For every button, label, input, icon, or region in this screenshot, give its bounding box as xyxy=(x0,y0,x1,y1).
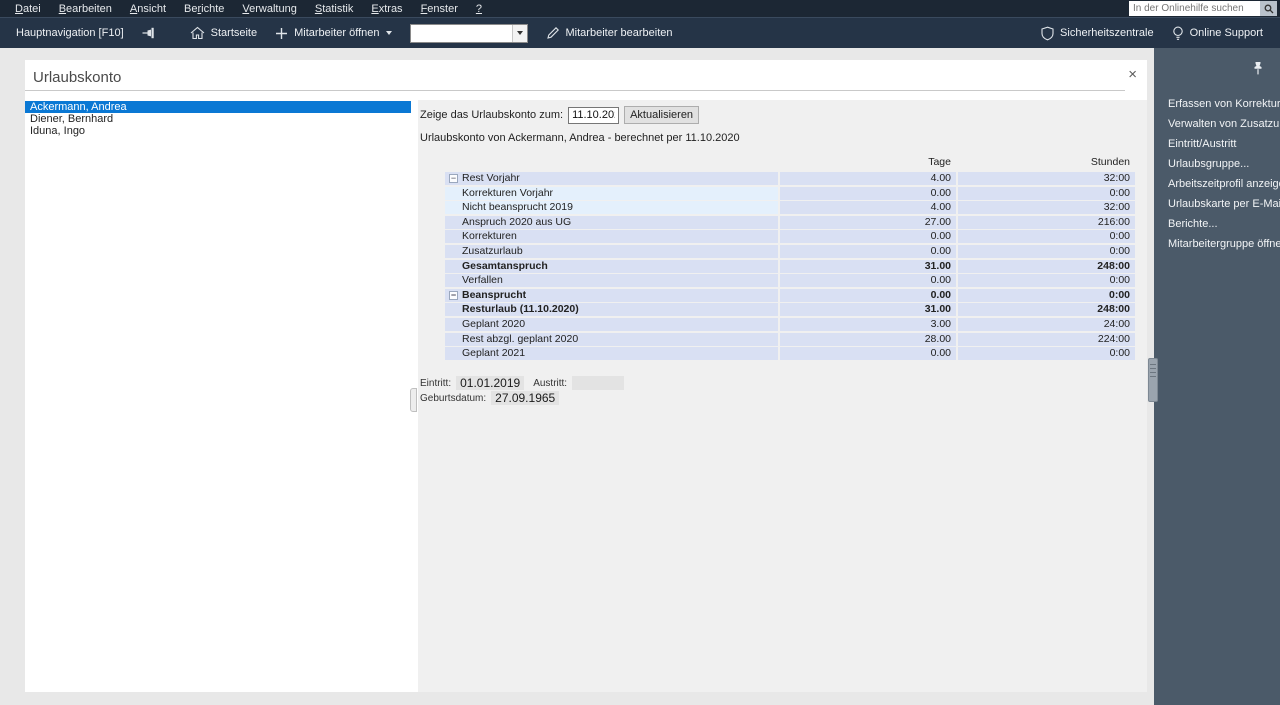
urlaubskonto-panel: Zeige das Urlaubskonto zum: Aktualisiere… xyxy=(418,100,1147,692)
menu-verwaltung[interactable]: Verwaltung xyxy=(233,0,305,17)
eintritt-label: Eintritt: xyxy=(420,377,452,389)
collapse-icon[interactable] xyxy=(449,174,458,183)
geburtsdatum-label: Geburtsdatum: xyxy=(420,392,487,404)
chevron-down-icon xyxy=(516,31,523,35)
menu-extras[interactable]: Extras xyxy=(362,0,411,17)
sidebar-link-erfassen-von-korrekturen[interactable]: Erfassen von Korrekturen xyxy=(1154,94,1280,114)
austritt-value xyxy=(572,376,625,390)
list-splitter-grip[interactable] xyxy=(410,388,417,412)
urlaubskonto-window: Urlaubskonto × Ackermann, Andrea Diener,… xyxy=(25,60,1147,692)
sicherheitszentrale-button[interactable]: Sicherheitszentrale xyxy=(1032,26,1163,41)
date-input[interactable] xyxy=(568,106,620,124)
austritt-label: Austritt: xyxy=(533,377,568,389)
geburtsdatum-value: 27.09.1965 xyxy=(491,391,560,405)
table-row[interactable]: Rest Vorjahr 4.00 32:00 xyxy=(445,172,1135,185)
menu-datei[interactable]: Datei xyxy=(6,0,50,17)
sidebar-link-arbeitszeitprofil-anzeigen[interactable]: Arbeitszeitprofil anzeigen xyxy=(1154,174,1280,194)
table-header: Tage Stunden xyxy=(445,154,1135,170)
employee-list-item[interactable]: Ackermann, Andrea xyxy=(25,101,411,113)
employee-list-item[interactable]: Iduna, Ingo xyxy=(25,125,411,137)
hauptnavigation-label: Hauptnavigation [F10] xyxy=(16,27,124,39)
employee-combobox-input[interactable] xyxy=(410,24,512,42)
menu-ansicht[interactable]: Ansicht xyxy=(121,0,175,17)
startseite-button[interactable]: Startseite xyxy=(181,18,266,48)
sicherheitszentrale-label: Sicherheitszentrale xyxy=(1060,27,1154,39)
mitarbeiter-bearbeiten-label: Mitarbeiter bearbeiten xyxy=(565,27,673,39)
sidebar-links: Erfassen von Korrekturen Verwalten von Z… xyxy=(1154,94,1280,254)
table-row[interactable]: Resturlaub (11.10.2020) 31.00 248:00 xyxy=(445,303,1135,317)
action-sidebar: Erfassen von Korrekturen Verwalten von Z… xyxy=(1154,48,1280,705)
chevron-down-icon xyxy=(385,31,392,35)
online-support-button[interactable]: Online Support xyxy=(1163,26,1272,41)
menu-berichte[interactable]: Berichte xyxy=(175,0,233,17)
employee-list: Ackermann, Andrea Diener, Bernhard Iduna… xyxy=(25,101,411,692)
home-icon xyxy=(190,26,205,40)
table-row[interactable]: Beansprucht 0.00 0:00 xyxy=(445,288,1135,302)
employee-list-item[interactable]: Diener, Bernhard xyxy=(25,113,411,125)
table-row[interactable]: Verfallen 0.00 0:00 xyxy=(445,274,1135,288)
table-row[interactable]: Gesamtanspruch 31.00 248:00 xyxy=(445,259,1135,273)
sidebar-link-berichte[interactable]: Berichte... xyxy=(1154,214,1280,234)
close-icon[interactable]: × xyxy=(1128,67,1137,83)
sidebar-link-eintritt-austritt[interactable]: Eintritt/Austritt xyxy=(1154,134,1280,154)
table-row[interactable]: Rest abzgl. geplant 2020 28.00 224:00 xyxy=(445,332,1135,346)
sidebar-link-urlaubskarte-per-email[interactable]: Urlaubskarte per E-Mail xyxy=(1154,194,1280,214)
table-row[interactable]: Zusatzurlaub 0.00 0:00 xyxy=(445,244,1135,258)
aktualisieren-button[interactable]: Aktualisieren xyxy=(624,106,700,124)
sidebar-link-urlaubsgruppe[interactable]: Urlaubsgruppe... xyxy=(1154,154,1280,174)
account-subtitle: Urlaubskonto von Ackermann, Andrea - ber… xyxy=(420,132,740,144)
sidebar-link-verwalten-von-zusatzurlaub[interactable]: Verwalten von Zusatzurlaub xyxy=(1154,114,1280,134)
table-row[interactable]: Korrekturen Vorjahr 0.00 0:00 xyxy=(445,186,1135,200)
pin-icon xyxy=(142,27,158,39)
collapse-icon[interactable] xyxy=(449,290,458,300)
eintritt-value: 01.01.2019 xyxy=(456,376,525,390)
page-title: Urlaubskonto xyxy=(33,69,122,86)
search-button[interactable] xyxy=(1260,1,1277,16)
pin-navigation-button[interactable] xyxy=(133,18,167,48)
sidebar-pin-button[interactable] xyxy=(1252,61,1264,76)
table-row[interactable]: Korrekturen 0.00 0:00 xyxy=(445,230,1135,244)
table-row[interactable]: Geplant 2020 3.00 24:00 xyxy=(445,317,1135,331)
vacation-table: Tage Stunden Rest Vorjahr 4.00 32:00 Kor… xyxy=(445,154,1135,362)
table-row[interactable]: Anspruch 2020 aus UG 27.00 216:00 xyxy=(445,215,1135,229)
date-label: Zeige das Urlaubskonto zum: xyxy=(420,109,564,121)
lightbulb-icon xyxy=(1172,26,1184,41)
mitarbeiter-oeffnen-button[interactable]: Mitarbeiter öffnen xyxy=(266,18,400,48)
plus-icon xyxy=(275,27,288,40)
pushpin-icon xyxy=(1252,61,1264,76)
mitarbeiter-bearbeiten-button[interactable]: Mitarbeiter bearbeiten xyxy=(537,18,682,48)
column-header-stunden: Stunden xyxy=(1090,156,1130,168)
shield-icon xyxy=(1041,26,1054,41)
title-divider xyxy=(25,90,1125,91)
menu-bar: Datei Bearbeiten Ansicht Berichte Verwal… xyxy=(0,0,1280,17)
sidebar-splitter-grip[interactable] xyxy=(1148,358,1158,402)
onlinehilfe-search-input[interactable] xyxy=(1129,1,1260,16)
menu-statistik[interactable]: Statistik xyxy=(306,0,363,17)
combobox-dropdown-button[interactable] xyxy=(511,24,527,42)
search-icon xyxy=(1264,4,1274,14)
pencil-icon xyxy=(546,26,560,40)
employee-combobox[interactable] xyxy=(409,23,528,43)
startseite-label: Startseite xyxy=(210,27,258,39)
online-support-label: Online Support xyxy=(1189,27,1263,39)
table-row[interactable]: Geplant 2021 0.00 0:00 xyxy=(445,347,1135,361)
table-row[interactable]: Nicht beansprucht 2019 4.00 32:00 xyxy=(445,201,1135,215)
toolbar: Hauptnavigation [F10] Startseite Mitarbe… xyxy=(0,17,1280,48)
menu-bearbeiten[interactable]: Bearbeiten xyxy=(50,0,121,17)
menu-hilfe[interactable]: ? xyxy=(467,0,491,17)
sidebar-link-mitarbeitergruppe-oeffnen[interactable]: Mitarbeitergruppe öffnen xyxy=(1154,234,1280,254)
hauptnavigation-button[interactable]: Hauptnavigation [F10] xyxy=(7,18,133,48)
column-header-tage: Tage xyxy=(928,156,951,168)
menu-fenster[interactable]: Fenster xyxy=(412,0,467,17)
mitarbeiter-oeffnen-label: Mitarbeiter öffnen xyxy=(294,27,380,39)
employee-info-footer: Eintritt: 01.01.2019 Austritt: Geburtsda… xyxy=(420,376,625,406)
